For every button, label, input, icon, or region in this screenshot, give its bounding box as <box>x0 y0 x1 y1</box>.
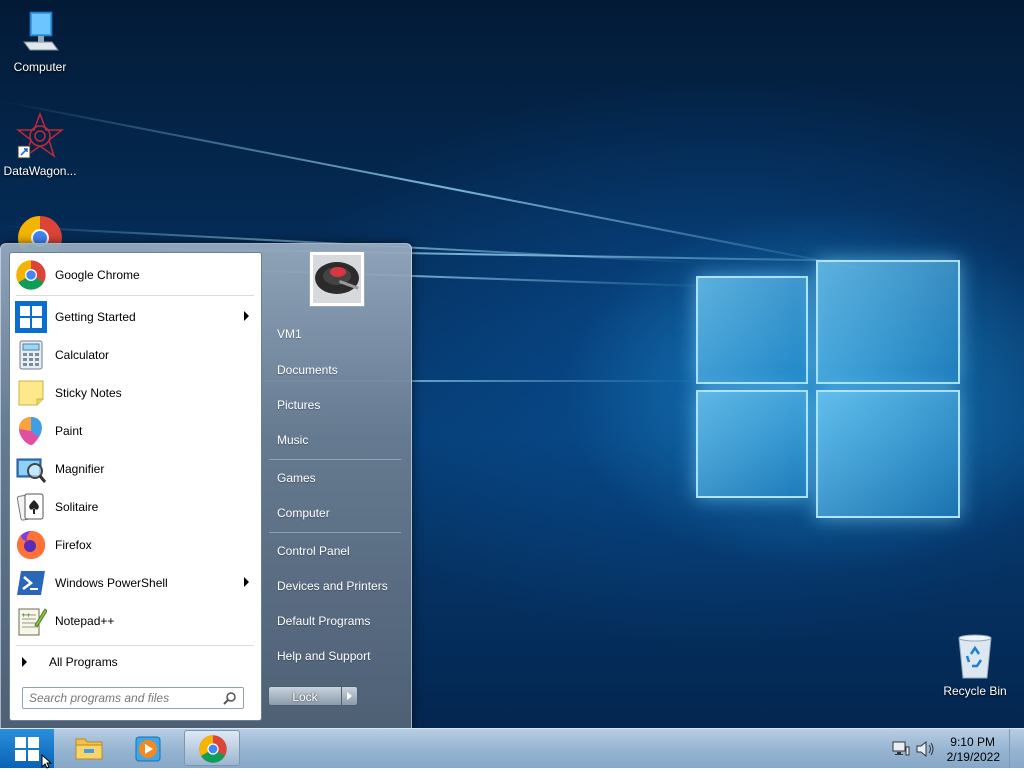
desktop-icon-computer[interactable]: Computer <box>0 8 80 74</box>
place-item-documents[interactable]: Documents <box>268 355 406 385</box>
place-item-user[interactable]: VM1 <box>268 319 406 349</box>
start-menu: Google Chrome Getting Started Calculator… <box>0 243 412 730</box>
program-item-notepadpp[interactable]: ++ Notepad++ <box>12 603 259 639</box>
program-item-google-chrome[interactable]: Google Chrome <box>12 257 259 293</box>
program-item-getting-started[interactable]: Getting Started <box>12 299 259 335</box>
windows-icon <box>15 301 47 333</box>
place-label: Default Programs <box>277 614 371 628</box>
place-item-games[interactable]: Games <box>268 463 406 493</box>
arrow-right-icon <box>22 657 27 667</box>
place-item-pictures[interactable]: Pictures <box>268 390 406 420</box>
clock-time[interactable]: 9:10 PM <box>950 735 995 749</box>
place-item-control-panel[interactable]: Control Panel <box>268 536 406 566</box>
network-icon[interactable] <box>892 741 910 757</box>
program-label: Firefox <box>55 538 92 552</box>
program-label: Google Chrome <box>55 268 140 282</box>
program-label: Paint <box>55 424 83 438</box>
taskbar-chrome-button[interactable] <box>184 730 240 766</box>
solitaire-icon <box>15 491 47 523</box>
place-item-devices-and-printers[interactable]: Devices and Printers <box>268 571 406 601</box>
divider <box>269 532 401 533</box>
submenu-arrow-icon <box>244 311 249 321</box>
datawagon-icon <box>15 111 65 160</box>
arrow-right-icon <box>347 692 352 700</box>
notepadpp-icon: ++ <box>15 605 48 637</box>
program-label: Solitaire <box>55 500 99 514</box>
program-item-paint[interactable]: Paint <box>12 413 259 449</box>
wallpaper-logo-pane <box>816 260 960 384</box>
shutdown-options-button[interactable] <box>341 686 358 706</box>
paint-icon <box>15 415 47 447</box>
place-label: Help and Support <box>277 649 371 663</box>
desktop-icon-datawagon[interactable]: DataWagon... <box>0 111 80 178</box>
place-label: Documents <box>277 363 338 377</box>
start-menu-programs-pane: Google Chrome Getting Started Calculator… <box>9 252 262 721</box>
firefox-icon <box>15 529 47 561</box>
magnifier-icon <box>15 453 47 485</box>
place-item-music[interactable]: Music <box>268 425 406 455</box>
taskbar-media-player-button[interactable] <box>120 730 176 766</box>
start-menu-places-pane: VM1 Documents Pictures Music Games Compu… <box>263 244 411 729</box>
divider <box>16 295 254 296</box>
wallpaper-logo-pane <box>696 390 808 498</box>
desktop-icon-label: Recycle Bin <box>943 684 1007 698</box>
program-label: Calculator <box>55 348 110 362</box>
program-label: Getting Started <box>55 310 136 324</box>
desktop-icon-label: DataWagon... <box>3 164 77 178</box>
all-programs-button[interactable]: All Programs <box>12 649 259 675</box>
program-item-calculator[interactable]: Calculator <box>12 337 259 373</box>
program-item-windows-powershell[interactable]: Windows PowerShell <box>12 565 259 601</box>
wallpaper-logo-pane <box>696 276 808 384</box>
volume-icon[interactable] <box>916 741 936 757</box>
show-desktop-button[interactable] <box>1009 729 1024 768</box>
clock-date[interactable]: 2/19/2022 <box>947 750 1000 764</box>
user-avatar[interactable] <box>309 251 365 307</box>
program-item-firefox[interactable]: Firefox <box>12 527 259 563</box>
place-label: VM1 <box>277 327 302 341</box>
place-label: Music <box>277 433 309 447</box>
program-label: Sticky Notes <box>55 386 122 400</box>
chrome-icon <box>15 259 47 291</box>
desktop-icon-recycle-bin[interactable]: Recycle Bin <box>935 632 1015 698</box>
calculator-icon <box>15 339 47 371</box>
place-label: Devices and Printers <box>277 579 388 593</box>
search-icon[interactable] <box>223 691 237 705</box>
program-label: Notepad++ <box>55 614 115 628</box>
powershell-icon <box>15 567 47 599</box>
media-player-icon <box>135 736 161 762</box>
place-label: Computer <box>277 506 330 520</box>
sticky-notes-icon <box>15 377 47 409</box>
place-label: Control Panel <box>277 544 350 558</box>
divider <box>16 645 254 646</box>
desktop-icon-label: Computer <box>13 60 67 74</box>
all-programs-label: All Programs <box>49 655 118 669</box>
computer-icon <box>16 8 64 56</box>
place-label: Games <box>277 471 316 485</box>
place-item-help-and-support[interactable]: Help and Support <box>268 641 406 671</box>
mouse-cursor-icon <box>41 754 53 769</box>
taskbar: 9:10 PM 2/19/2022 <box>0 728 1024 769</box>
program-label: Windows PowerShell <box>55 576 168 590</box>
place-item-computer[interactable]: Computer <box>268 498 406 528</box>
program-item-solitaire[interactable]: Solitaire <box>12 489 259 525</box>
svg-text:++: ++ <box>21 612 31 619</box>
lock-button[interactable]: Lock <box>268 686 342 706</box>
system-tray: 9:10 PM 2/19/2022 <box>874 729 1024 768</box>
wallpaper-logo-pane <box>816 390 960 518</box>
submenu-arrow-icon <box>244 577 249 587</box>
chrome-icon <box>199 735 227 763</box>
place-item-default-programs[interactable]: Default Programs <box>268 606 406 636</box>
program-label: Magnifier <box>55 462 105 476</box>
place-label: Pictures <box>277 398 321 412</box>
search-input[interactable] <box>29 690 209 706</box>
program-item-magnifier[interactable]: Magnifier <box>12 451 259 487</box>
recycle-bin-icon <box>951 632 999 680</box>
program-item-sticky-notes[interactable]: Sticky Notes <box>12 375 259 411</box>
taskbar-file-explorer-button[interactable] <box>62 730 118 766</box>
divider <box>269 459 401 460</box>
search-box <box>22 687 244 709</box>
file-explorer-icon <box>75 738 103 760</box>
